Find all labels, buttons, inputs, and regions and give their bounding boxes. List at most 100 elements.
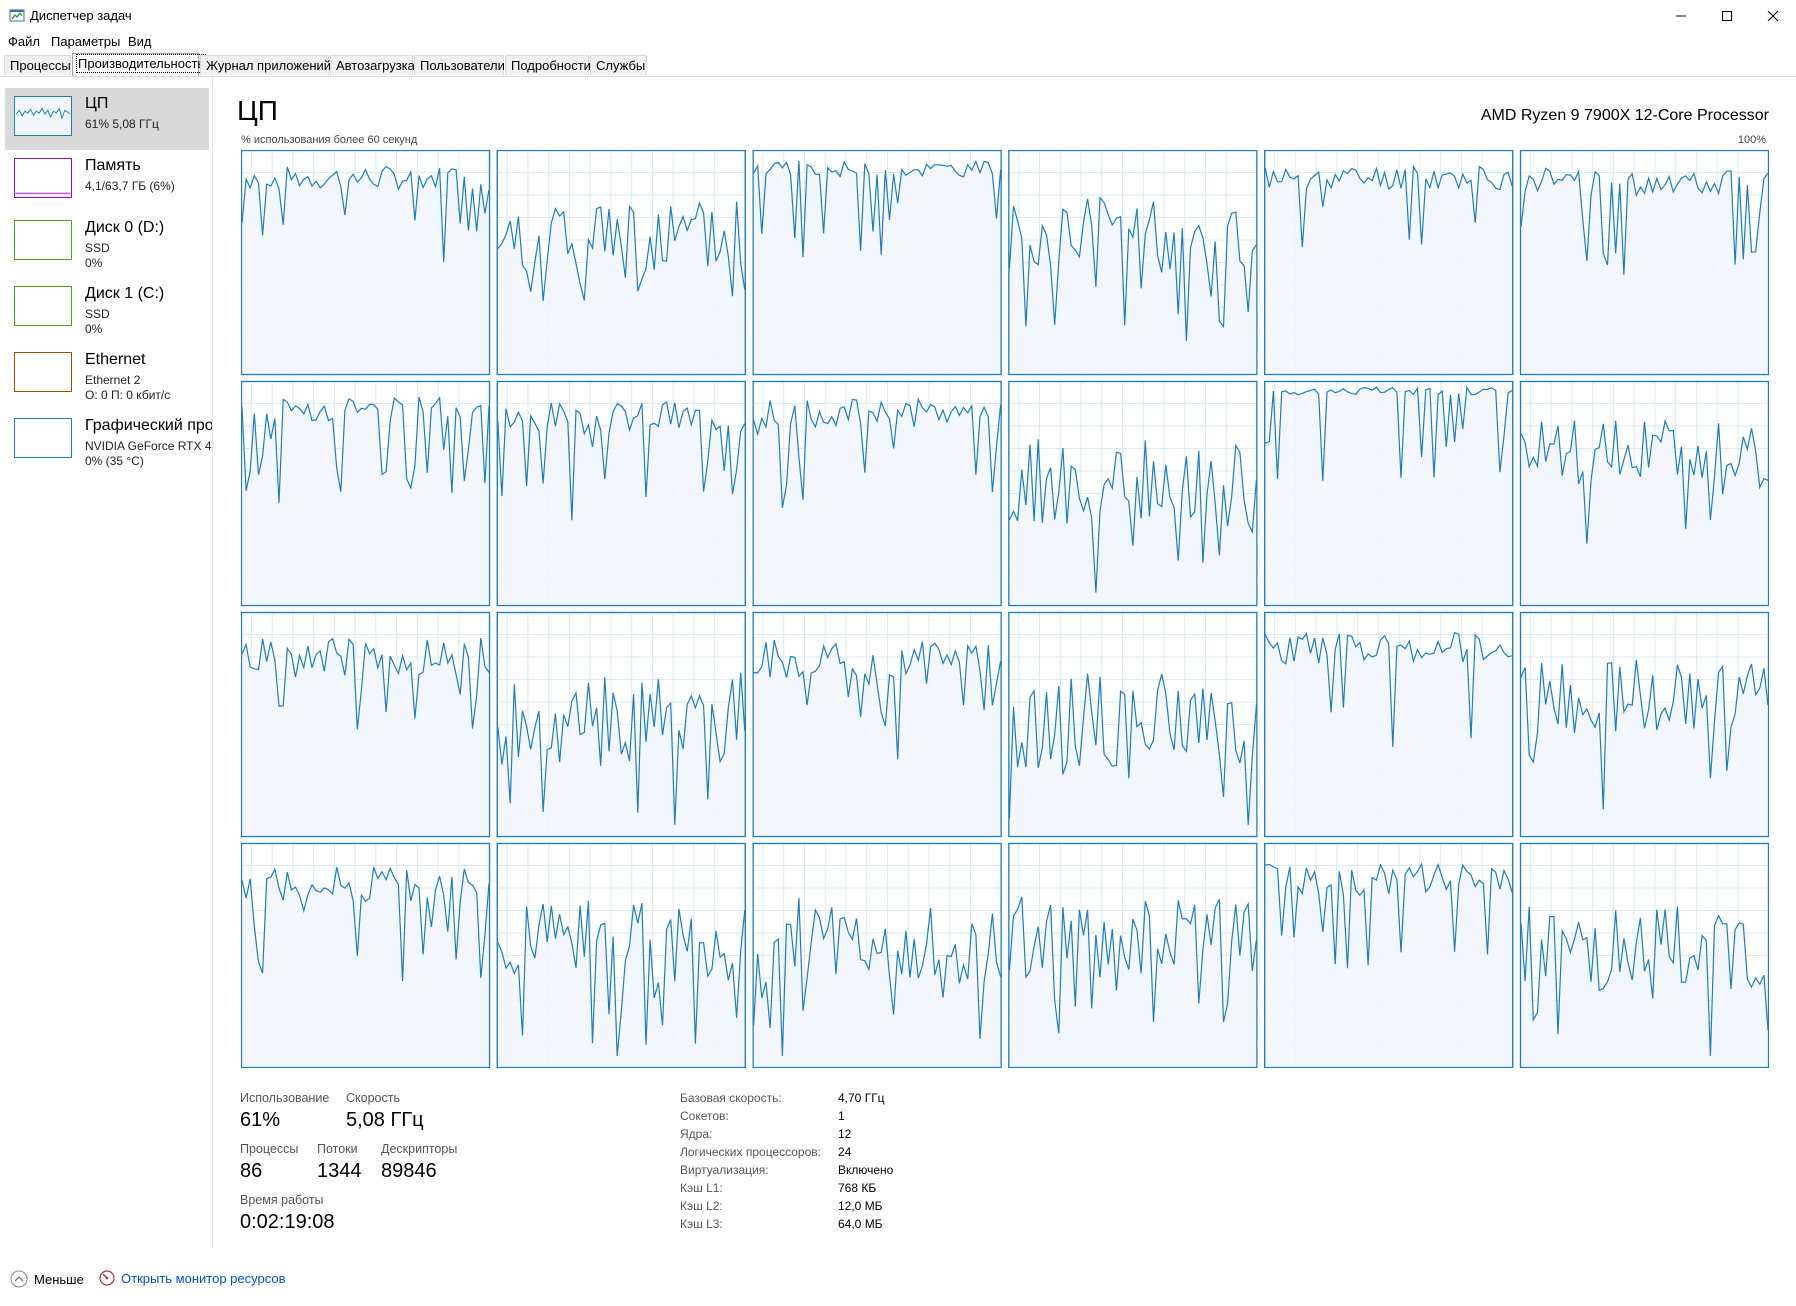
- tab-performance[interactable]: Производительность: [72, 53, 207, 76]
- cpu-usage-area: [242, 166, 489, 374]
- cpu-thumbnail: [14, 96, 72, 136]
- logical-processor-graph: [240, 611, 491, 838]
- spec-value: 768 КБ: [838, 1181, 877, 1195]
- logical-processor-graph: [240, 380, 491, 607]
- uptime-label: Время работы: [240, 1193, 324, 1207]
- tab-startup[interactable]: Автозагрузка: [330, 55, 415, 75]
- spec-label: Ядра:: [680, 1127, 713, 1141]
- sidebar-item-memory[interactable]: Память 4,1/63,7 ГБ (6%): [5, 150, 209, 212]
- speed-value: 5,08 ГГц: [346, 1109, 424, 1131]
- logical-processor-graph: [752, 611, 1002, 838]
- resource-monitor-icon: [99, 1270, 115, 1286]
- spec-label: Кэш L1:: [680, 1181, 723, 1195]
- fewer-details-button[interactable]: Меньше: [10, 1270, 84, 1288]
- spec-value: 12: [838, 1127, 852, 1141]
- sidebar-item-disk0[interactable]: Диск 0 (D:) SSD 0%: [5, 212, 209, 274]
- maximize-icon: [1722, 11, 1732, 21]
- processes-value: 86: [240, 1160, 263, 1182]
- ethernet-thumbnail: [14, 352, 72, 392]
- tab-app-history[interactable]: Журнал приложений: [200, 55, 331, 75]
- spec-value: 1: [838, 1109, 845, 1123]
- tab-bar: Процессы Производительность Журнал прило…: [0, 52, 1796, 77]
- speed-label: Скорость: [346, 1091, 400, 1105]
- sidebar-ethernet-adapter: Ethernet 2: [85, 373, 141, 387]
- tab-users[interactable]: Пользователи: [414, 55, 505, 75]
- sidebar-item-disk1[interactable]: Диск 1 (C:) SSD 0%: [5, 278, 209, 340]
- open-resource-monitor-label: Открыть монитор ресурсов: [121, 1270, 286, 1286]
- spec-label: Виртуализация:: [680, 1163, 769, 1177]
- usage-value: 61%: [240, 1109, 281, 1131]
- handles-value: 89846: [381, 1160, 437, 1182]
- logical-processor-graph: [496, 149, 746, 376]
- logical-processor-graph: [1264, 611, 1514, 838]
- sidebar-disk1-type: SSD: [85, 307, 110, 321]
- tab-details[interactable]: Подробности: [505, 55, 591, 75]
- sidebar-cpu-sub: 61% 5,08 ГГц: [85, 117, 159, 131]
- spec-label: Кэш L3:: [680, 1217, 723, 1231]
- logical-processor-graph: [1008, 842, 1258, 1069]
- sidebar-item-ethernet[interactable]: Ethernet Ethernet 2 О: 0 П: 0 кбит/с: [5, 344, 209, 406]
- sidebar-disk1-usage: 0%: [85, 322, 103, 336]
- logical-processor-graph: [1008, 380, 1258, 607]
- logical-processor-graph: [496, 380, 746, 607]
- logical-processor-graph: [240, 149, 491, 376]
- sidebar-ethernet-title: Ethernet: [85, 351, 146, 368]
- minimize-icon: [1676, 15, 1686, 17]
- resource-sidebar: ЦП 61% 5,08 ГГц Память 4,1/63,7 ГБ (6%) …: [0, 77, 213, 1247]
- logical-processor-graph: [1519, 380, 1770, 607]
- processes-label: Процессы: [240, 1142, 299, 1156]
- close-button[interactable]: [1750, 0, 1796, 32]
- footer: Меньше Открыть монитор ресурсов: [0, 1247, 1796, 1306]
- sidebar-memory-title: Память: [85, 157, 141, 174]
- spec-label: Базовая скорость:: [680, 1091, 782, 1105]
- menu-options[interactable]: Параметры: [51, 34, 120, 49]
- logical-processor-graph: [1264, 380, 1514, 607]
- logical-processor-graph: [240, 842, 491, 1069]
- spec-value: 12,0 МБ: [838, 1199, 883, 1213]
- threads-label: Потоки: [317, 1142, 358, 1156]
- sidebar-disk1-title: Диск 1 (C:): [85, 285, 165, 302]
- sidebar-gpu-title: Графический про: [85, 417, 212, 434]
- logical-processor-graph: [1264, 149, 1514, 376]
- logical-processor-graph: [1264, 842, 1514, 1069]
- menu-file[interactable]: Файл: [8, 34, 40, 49]
- maximize-button[interactable]: [1704, 0, 1750, 32]
- logical-processor-graph: [1008, 611, 1258, 838]
- sidebar-item-cpu[interactable]: ЦП 61% 5,08 ГГц: [5, 88, 209, 150]
- logical-processor-graph: [496, 611, 746, 838]
- logical-processor-graph: [1008, 149, 1258, 376]
- logical-processor-graph: [752, 380, 1002, 607]
- cpu-usage-area: [1521, 168, 1768, 374]
- chevron-up-icon: [10, 1270, 28, 1288]
- gpu-thumbnail: [14, 418, 72, 458]
- sidebar-item-gpu[interactable]: Графический про NVIDIA GeForce RTX 407 0…: [5, 410, 212, 472]
- usage-label: Использование: [240, 1091, 330, 1105]
- task-manager-icon: [9, 9, 25, 22]
- menu-view[interactable]: Вид: [128, 34, 152, 49]
- tab-services[interactable]: Службы: [590, 55, 647, 75]
- title-bar: Диспетчер задач: [0, 0, 1796, 32]
- logical-processor-graphs[interactable]: [240, 149, 1770, 1069]
- minimize-button[interactable]: [1658, 0, 1704, 32]
- uptime-value: 0:02:19:08: [240, 1211, 335, 1233]
- sidebar-memory-sub: 4,1/63,7 ГБ (6%): [85, 179, 175, 193]
- fewer-details-label: Меньше: [34, 1271, 84, 1287]
- sidebar-disk0-usage: 0%: [85, 256, 103, 270]
- open-resource-monitor-link[interactable]: Открыть монитор ресурсов: [99, 1270, 285, 1286]
- sidebar-cpu-title: ЦП: [85, 95, 109, 112]
- graph-max-label: 100%: [1737, 134, 1766, 146]
- cpu-graphs-svg: [240, 149, 1770, 1069]
- cpu-usage-area: [1265, 632, 1513, 836]
- menu-bar: Файл Параметры Вид: [0, 32, 1796, 52]
- tab-processes[interactable]: Процессы: [4, 55, 71, 75]
- sidebar-gpu-model: NVIDIA GeForce RTX 407: [85, 439, 212, 453]
- window-title: Диспетчер задач: [30, 8, 132, 23]
- disk0-thumbnail: [14, 220, 72, 260]
- spec-value: 4,70 ГГц: [838, 1091, 885, 1105]
- sidebar-disk0-type: SSD: [85, 241, 110, 255]
- logical-processor-graph: [1519, 842, 1770, 1069]
- spec-label: Логических процессоров:: [680, 1145, 821, 1159]
- sidebar-ethernet-throughput: О: 0 П: 0 кбит/с: [85, 388, 171, 402]
- cpu-usage-area: [753, 160, 1001, 374]
- page-title: ЦП: [237, 95, 278, 126]
